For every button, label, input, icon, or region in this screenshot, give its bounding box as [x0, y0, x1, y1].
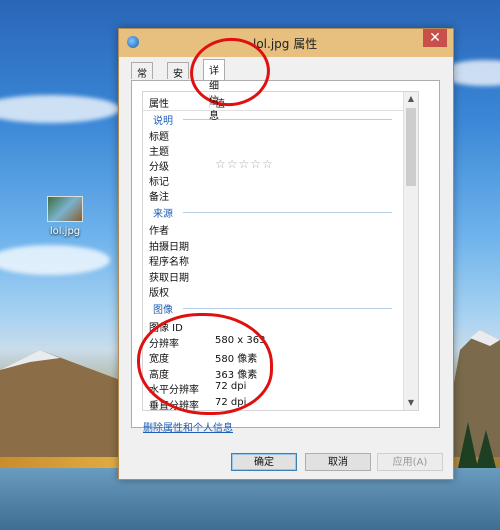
list-item[interactable]: 程序名称: [143, 252, 404, 268]
property-name: 作者: [149, 226, 169, 237]
ok-button[interactable]: 确定: [231, 453, 297, 471]
column-header: 属性 值: [143, 92, 418, 111]
property-value: 580 x 363: [215, 335, 266, 346]
list-item[interactable]: 图像 ID: [143, 318, 404, 334]
list-item[interactable]: 获取日期: [143, 268, 404, 284]
list-item[interactable]: 作者: [143, 221, 404, 237]
section-image: 图像: [143, 300, 404, 316]
property-name: 分级: [149, 162, 169, 173]
tab-general[interactable]: 常规: [131, 62, 153, 95]
list-item[interactable]: 拍摄日期: [143, 237, 404, 253]
tree: [458, 422, 478, 468]
section-divider: [183, 212, 392, 213]
list-item[interactable]: 水平分辨率 72 dpi: [143, 380, 404, 396]
property-name: 获取日期: [149, 273, 189, 284]
list-item[interactable]: 标记: [143, 172, 404, 188]
list-item[interactable]: 备注: [143, 187, 404, 203]
scroll-up-icon[interactable]: ▲: [404, 92, 418, 106]
vertical-scrollbar[interactable]: ▲ ▼: [403, 92, 418, 410]
image-thumbnail-icon: [47, 196, 83, 222]
rating-stars[interactable]: ☆☆☆☆☆: [215, 157, 274, 171]
properties-dialog: lol.jpg 属性 ✕ 常规 安全 详细信息 属性 值 说明 标题 主题 分级…: [118, 28, 454, 480]
close-button[interactable]: ✕: [423, 29, 447, 47]
tree: [476, 430, 496, 468]
section-label: 说明: [153, 116, 173, 127]
property-name: 标题: [149, 132, 169, 143]
section-label: 来源: [153, 209, 173, 220]
list-item[interactable]: 垂直分辨率 72 dpi: [143, 396, 404, 411]
property-name: 高度: [149, 370, 169, 381]
cloud: [0, 95, 120, 123]
property-name: 备注: [149, 192, 169, 203]
property-name: 图像 ID: [149, 323, 183, 334]
property-name: 分辨率: [149, 339, 179, 350]
property-name: 垂直分辨率: [149, 401, 199, 411]
property-value: 72 dpi: [215, 381, 247, 392]
property-name: 版权: [149, 288, 169, 299]
remove-properties-link[interactable]: 删除属性和个人信息: [143, 419, 233, 434]
cancel-button[interactable]: 取消: [305, 453, 371, 471]
property-list[interactable]: 属性 值 说明 标题 主题 分级 ☆☆☆☆☆ 标记 备注 来源 作者 拍摄日期 程…: [142, 91, 419, 411]
window-title: lol.jpg 属性: [253, 37, 318, 51]
list-item[interactable]: 宽度 580 像素: [143, 349, 404, 365]
property-name: 标记: [149, 177, 169, 188]
property-value: 580 像素: [215, 354, 258, 365]
tab-details[interactable]: 详细信息: [203, 59, 225, 122]
section-origin: 来源: [143, 204, 404, 220]
section-label: 图像: [153, 305, 173, 316]
list-item[interactable]: 版权: [143, 283, 404, 299]
title-bar[interactable]: lol.jpg 属性 ✕: [119, 29, 453, 57]
section-divider: [183, 308, 392, 309]
list-item[interactable]: 主题: [143, 142, 404, 158]
scroll-thumb[interactable]: [406, 108, 416, 186]
apply-button[interactable]: 应用(A): [377, 453, 443, 471]
tab-security[interactable]: 安全: [167, 62, 189, 95]
property-name: 水平分辨率: [149, 385, 199, 396]
scroll-down-icon[interactable]: ▼: [404, 396, 418, 410]
section-description: 说明: [143, 111, 404, 127]
property-name: 主题: [149, 147, 169, 158]
property-name: 拍摄日期: [149, 242, 189, 253]
list-item[interactable]: 分辨率 580 x 363: [143, 334, 404, 350]
column-property[interactable]: 属性: [149, 95, 169, 110]
property-value: 72 dpi: [215, 397, 247, 408]
desktop-file-label: lol.jpg: [49, 226, 81, 237]
list-item[interactable]: 高度 363 像素: [143, 365, 404, 381]
property-name: 程序名称: [149, 257, 189, 268]
list-item[interactable]: 分级 ☆☆☆☆☆: [143, 157, 404, 173]
details-panel: 属性 值 说明 标题 主题 分级 ☆☆☆☆☆ 标记 备注 来源 作者 拍摄日期 程…: [131, 80, 440, 428]
desktop-file-icon[interactable]: lol.jpg: [43, 196, 87, 237]
property-value: 363 像素: [215, 370, 258, 381]
list-item[interactable]: 标题: [143, 127, 404, 143]
property-name: 宽度: [149, 354, 169, 365]
app-icon: [127, 36, 139, 48]
cloud: [0, 245, 110, 275]
